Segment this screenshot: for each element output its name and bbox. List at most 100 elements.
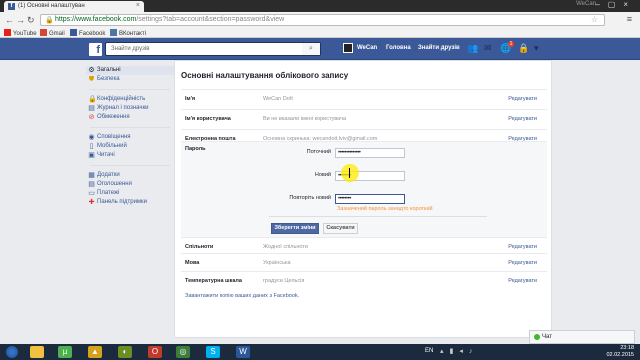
start-button[interactable] xyxy=(6,346,18,358)
friend-requests-icon[interactable]: 👥 xyxy=(467,43,478,54)
facebook-favicon-icon: f xyxy=(8,3,15,10)
close-tab-icon[interactable]: × xyxy=(136,2,140,9)
fb-header: f Знайти друзів ⌕ WeCan Головна Знайти д… xyxy=(0,38,640,60)
text-cursor-icon xyxy=(349,168,350,178)
home-link[interactable]: Головна xyxy=(386,45,411,51)
settings-row-temperature[interactable]: Температурна шкала градуси Цельсія Редаг… xyxy=(181,271,547,291)
tab-title: (1) Основні налаштуван xyxy=(18,3,85,9)
skype-icon[interactable]: S xyxy=(206,346,220,358)
settings-row-name[interactable]: Ім'я WeCan DoIt Редагувати xyxy=(181,89,547,109)
edit-link[interactable]: Редагувати xyxy=(508,244,537,250)
facebook-logo-icon[interactable]: f xyxy=(89,43,102,56)
account-menu-icon[interactable]: ▾ xyxy=(534,43,539,54)
find-friends-link[interactable]: Знайти друзів xyxy=(418,45,460,51)
app-icon[interactable]: ◐ xyxy=(118,346,132,358)
browser-titlebar: f (1) Основні налаштуван × WeCan –▢× xyxy=(0,0,640,12)
page-title: Основні налаштування облікового запису xyxy=(181,71,349,80)
sidebar-item-security[interactable]: ⛊ Безпека xyxy=(86,75,174,84)
sidebar-item-timeline[interactable]: ▤ Журнал і позначки xyxy=(86,104,174,113)
lock-icon: 🔒 xyxy=(88,96,97,103)
search-input[interactable]: Знайти друзів ⌕ xyxy=(105,42,321,56)
clock[interactable]: 23:18 02.02.2015 xyxy=(606,345,634,359)
vlc-icon[interactable]: ▲ xyxy=(88,346,102,358)
utorrent-icon[interactable]: µ xyxy=(58,346,72,358)
divider xyxy=(90,160,170,166)
repeat-password-label: Повторіть новий xyxy=(289,195,331,201)
profile-link[interactable]: WeCan xyxy=(357,45,377,51)
edit-link[interactable]: Редагувати xyxy=(508,96,537,102)
avatar[interactable] xyxy=(343,43,353,53)
repeat-password-field[interactable]: •••••••• xyxy=(335,194,405,204)
browser-tab[interactable]: f (1) Основні налаштуван × xyxy=(4,1,144,12)
opera-icon[interactable]: O xyxy=(148,346,162,358)
notification-badge: 1 xyxy=(508,41,514,47)
save-button[interactable]: Зберегти зміни xyxy=(271,223,319,234)
sidebar-item-notifications[interactable]: ◉ Сповіщення xyxy=(86,133,174,142)
settings-panel: Основні налаштування облікового запису І… xyxy=(174,60,552,338)
edit-link[interactable]: Редагувати xyxy=(508,278,537,284)
reload-icon[interactable]: ↻ xyxy=(27,15,35,26)
bookmarks-bar: YouTube Gmail Facebook ВКонтакті xyxy=(0,28,640,38)
password-label: Пароль xyxy=(185,146,206,152)
apps-icon: ▦ xyxy=(88,172,95,179)
bookmark-gmail[interactable]: Gmail xyxy=(40,29,65,37)
globe-icon: ◉ xyxy=(88,134,95,141)
shield-icon: ⛊ xyxy=(88,76,95,83)
system-tray-icons[interactable]: ▴▮◂♪ xyxy=(440,347,478,355)
bookmark-vkontakte[interactable]: ВКонтакті xyxy=(110,29,146,37)
settings-row-language[interactable]: Мова Українська Редагувати xyxy=(181,253,547,273)
language-indicator[interactable]: EN xyxy=(425,348,433,354)
sidebar-item-ads[interactable]: ▤ Оголошення xyxy=(86,180,174,189)
bookmark-youtube[interactable]: YouTube xyxy=(4,29,37,37)
download-data-link[interactable]: Завантажити копію ваших даних з Facebook… xyxy=(185,293,299,299)
block-icon: ⊘ xyxy=(88,114,95,121)
lifebuoy-icon: ✚ xyxy=(88,199,95,206)
sidebar-item-followers[interactable]: ▣ Читачі xyxy=(86,151,174,160)
chrome-icon[interactable]: ◎ xyxy=(176,346,190,358)
browser-user[interactable]: WeCan xyxy=(576,1,596,7)
lock-icon: 🔒 xyxy=(45,17,54,24)
window-controls[interactable]: –▢× xyxy=(595,0,636,9)
card-icon: ▭ xyxy=(88,190,95,197)
menu-icon[interactable]: ≡ xyxy=(627,14,632,24)
search-placeholder: Знайти друзів xyxy=(111,46,150,52)
sidebar-item-support[interactable]: ✚ Панель підтримки xyxy=(86,198,174,207)
chat-label: Чат xyxy=(542,334,552,340)
divider xyxy=(90,122,170,128)
tag-icon: ▤ xyxy=(88,105,95,112)
sidebar-item-privacy[interactable]: 🔒 Конфіденційність xyxy=(86,95,174,104)
sidebar-item-general[interactable]: ⚙ Загальні xyxy=(86,66,174,75)
current-password-field[interactable]: •••••••••••••• xyxy=(335,148,405,158)
current-password-label: Поточний xyxy=(306,149,331,155)
cursor-highlight xyxy=(341,164,359,182)
sidebar-item-apps[interactable]: ▦ Додатки xyxy=(86,171,174,180)
privacy-shortcuts-icon[interactable]: 🔒 xyxy=(518,43,529,54)
word-icon[interactable]: W xyxy=(236,346,250,358)
gmail-icon xyxy=(40,29,47,36)
sidebar-item-payments[interactable]: ▭ Платежі xyxy=(86,189,174,198)
rss-icon: ▣ xyxy=(88,152,95,159)
cancel-button[interactable]: Скасувати xyxy=(323,223,358,234)
chat-bar[interactable]: Чат xyxy=(529,330,635,344)
sidebar-item-blocking[interactable]: ⊘ Обмеження xyxy=(86,113,174,122)
star-icon[interactable]: ☆ xyxy=(591,15,598,24)
address-bar[interactable]: 🔒 https://www.facebook.com/settings?tab=… xyxy=(40,14,605,26)
search-icon[interactable]: ⌕ xyxy=(302,43,320,55)
password-section: Пароль Поточний •••••••••••••• Новий •••… xyxy=(181,141,547,237)
bookmark-facebook[interactable]: Facebook xyxy=(70,29,105,37)
back-icon[interactable]: ← xyxy=(5,15,14,25)
divider xyxy=(90,84,170,90)
youtube-icon xyxy=(4,29,11,36)
mobile-icon: ▯ xyxy=(89,143,94,150)
toolbar: ← → ↻ 🔒 https://www.facebook.com/setting… xyxy=(0,12,640,28)
file-explorer-icon[interactable] xyxy=(30,346,44,358)
forward-icon[interactable]: → xyxy=(16,15,25,25)
edit-link[interactable]: Редагувати xyxy=(508,260,537,266)
sidebar-item-mobile[interactable]: ▯ Мобільний xyxy=(86,142,174,151)
settings-sidebar: ⚙ Загальні ⛊ Безпека 🔒 Конфіденційність ▤ Жу… xyxy=(86,66,174,207)
edit-link[interactable]: Редагувати xyxy=(508,116,537,122)
messages-icon[interactable]: ✉ xyxy=(484,43,492,54)
vk-icon xyxy=(110,29,117,36)
settings-row-username[interactable]: Ім'я користувача Ви не вказали імені кор… xyxy=(181,109,547,129)
password-error-hint: Зазначений пароль занадто короткий xyxy=(337,206,433,212)
